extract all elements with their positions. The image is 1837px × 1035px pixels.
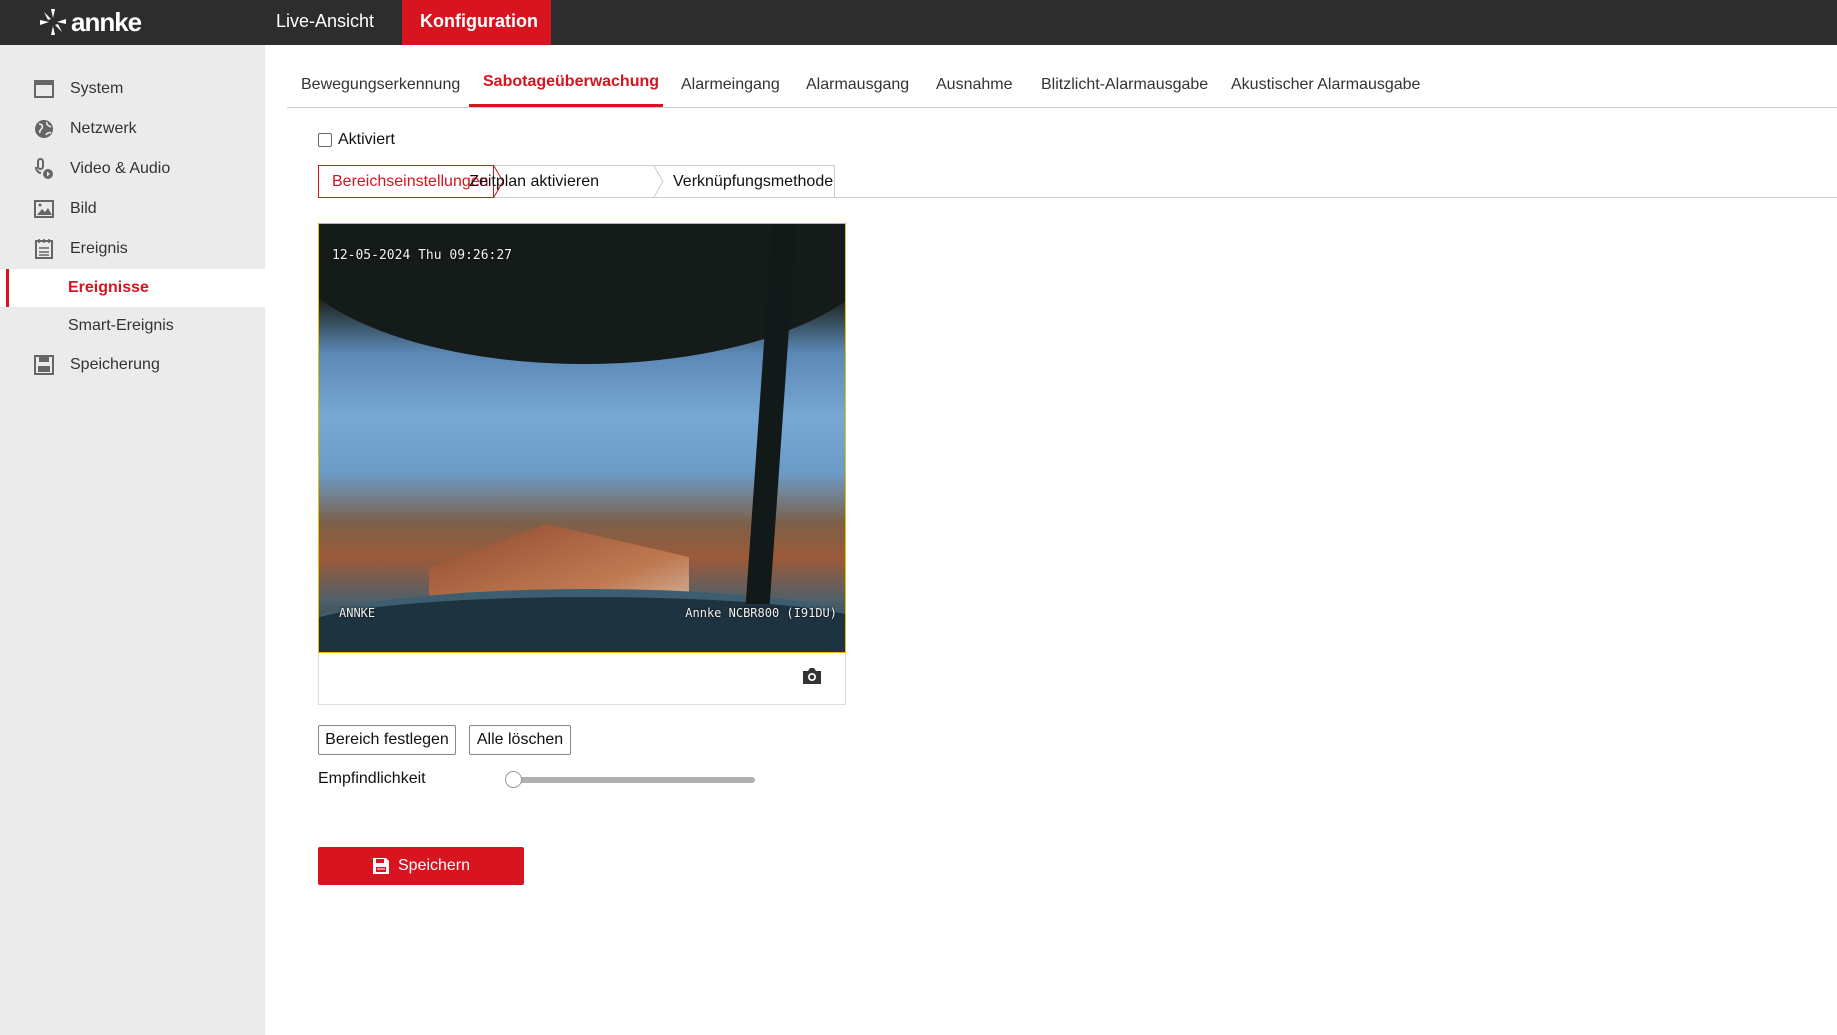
sidebar-item-label: Smart-Ereignis <box>68 317 174 334</box>
globe-icon <box>35 120 53 138</box>
clear-all-button[interactable]: Alle löschen <box>469 725 571 755</box>
active-tab-indicator <box>469 104 663 107</box>
nav-configuration[interactable]: Konfiguration <box>402 0 551 45</box>
logo-text: annke <box>71 6 142 37</box>
sidebar-item-video-audio[interactable]: Video & Audio <box>0 149 265 189</box>
sensitivity-slider-handle[interactable] <box>505 771 522 788</box>
tab-tamper-detection[interactable]: Sabotageüberwachung <box>483 73 659 91</box>
osd-brand: ANNKE <box>339 606 376 620</box>
nav-live-view[interactable]: Live-Ansicht <box>258 0 392 45</box>
sidebar-item-label: Video & Audio <box>70 160 171 177</box>
image-icon <box>34 200 54 218</box>
window-icon <box>34 80 54 98</box>
sidebar-item-label: Speicherung <box>70 356 160 373</box>
sidebar-item-label: Ereignisse <box>68 279 149 296</box>
sidebar-item-label: System <box>70 80 124 97</box>
osd-timestamp: 12-05-2024 Thu 09:26:27 <box>332 248 513 263</box>
save-button[interactable]: Speichern <box>318 847 524 885</box>
camera-snapshot-icon[interactable] <box>801 667 823 685</box>
microphone-icon <box>35 158 53 179</box>
sidebar-item-label: Bild <box>70 200 97 217</box>
sidebar: System Netzwerk Video & Audio Bild Ereig… <box>0 45 265 1035</box>
tab-alarm-input[interactable]: Alarmeingang <box>681 76 780 94</box>
sidebar-item-events[interactable]: Ereignisse <box>0 269 265 307</box>
sidebar-item-storage[interactable]: Speicherung <box>0 345 265 385</box>
tab-motion-detection[interactable]: Bewegungserkennung <box>301 76 460 94</box>
tab-exception[interactable]: Ausnahme <box>936 76 1013 94</box>
tab-alarm-output[interactable]: Alarmausgang <box>806 76 909 94</box>
preview-toolbar <box>318 653 846 705</box>
step-tabs: Bereichseinstellungen Zeitplan aktiviere… <box>318 165 835 198</box>
step-schedule[interactable]: Zeitplan aktivieren <box>439 166 599 197</box>
tab-flash-alarm-output[interactable]: Blitzlicht-Alarmausgabe <box>1041 76 1208 94</box>
event-tabs: Bewegungserkennung Sabotageüberwachung A… <box>287 62 1837 108</box>
save-icon <box>372 858 389 874</box>
sidebar-item-image[interactable]: Bild <box>0 189 265 229</box>
logo-icon <box>40 9 66 35</box>
step-linkage-method[interactable]: Verknüpfungsmethode <box>673 166 833 197</box>
sensitivity-slider[interactable] <box>510 777 755 783</box>
enabled-checkbox[interactable] <box>318 133 332 147</box>
sidebar-item-label: Netzwerk <box>70 120 137 137</box>
tab-audible-alarm-output[interactable]: Akustischer Alarmausgabe <box>1231 76 1420 94</box>
sidebar-item-network[interactable]: Netzwerk <box>0 109 265 149</box>
set-area-button[interactable]: Bereich festlegen <box>318 725 456 755</box>
floppy-icon <box>34 355 54 375</box>
annke-logo[interactable]: annke <box>38 6 142 38</box>
camera-preview[interactable]: 12-05-2024 Thu 09:26:27 ANNKE Annke NCBR… <box>318 223 846 653</box>
sidebar-item-smart-event[interactable]: Smart-Ereignis <box>0 307 265 345</box>
sidebar-item-system[interactable]: System <box>0 69 265 109</box>
calendar-icon <box>35 239 53 259</box>
sensitivity-label: Empfindlichkeit <box>318 770 426 787</box>
sidebar-item-event[interactable]: Ereignis <box>0 229 265 269</box>
enabled-label: Aktiviert <box>338 131 395 148</box>
chevron-right-icon <box>653 166 664 197</box>
sidebar-item-label: Ereignis <box>70 240 128 257</box>
save-label: Speichern <box>397 857 471 874</box>
osd-model: Annke NCBR800 (I91DU) <box>685 606 837 620</box>
